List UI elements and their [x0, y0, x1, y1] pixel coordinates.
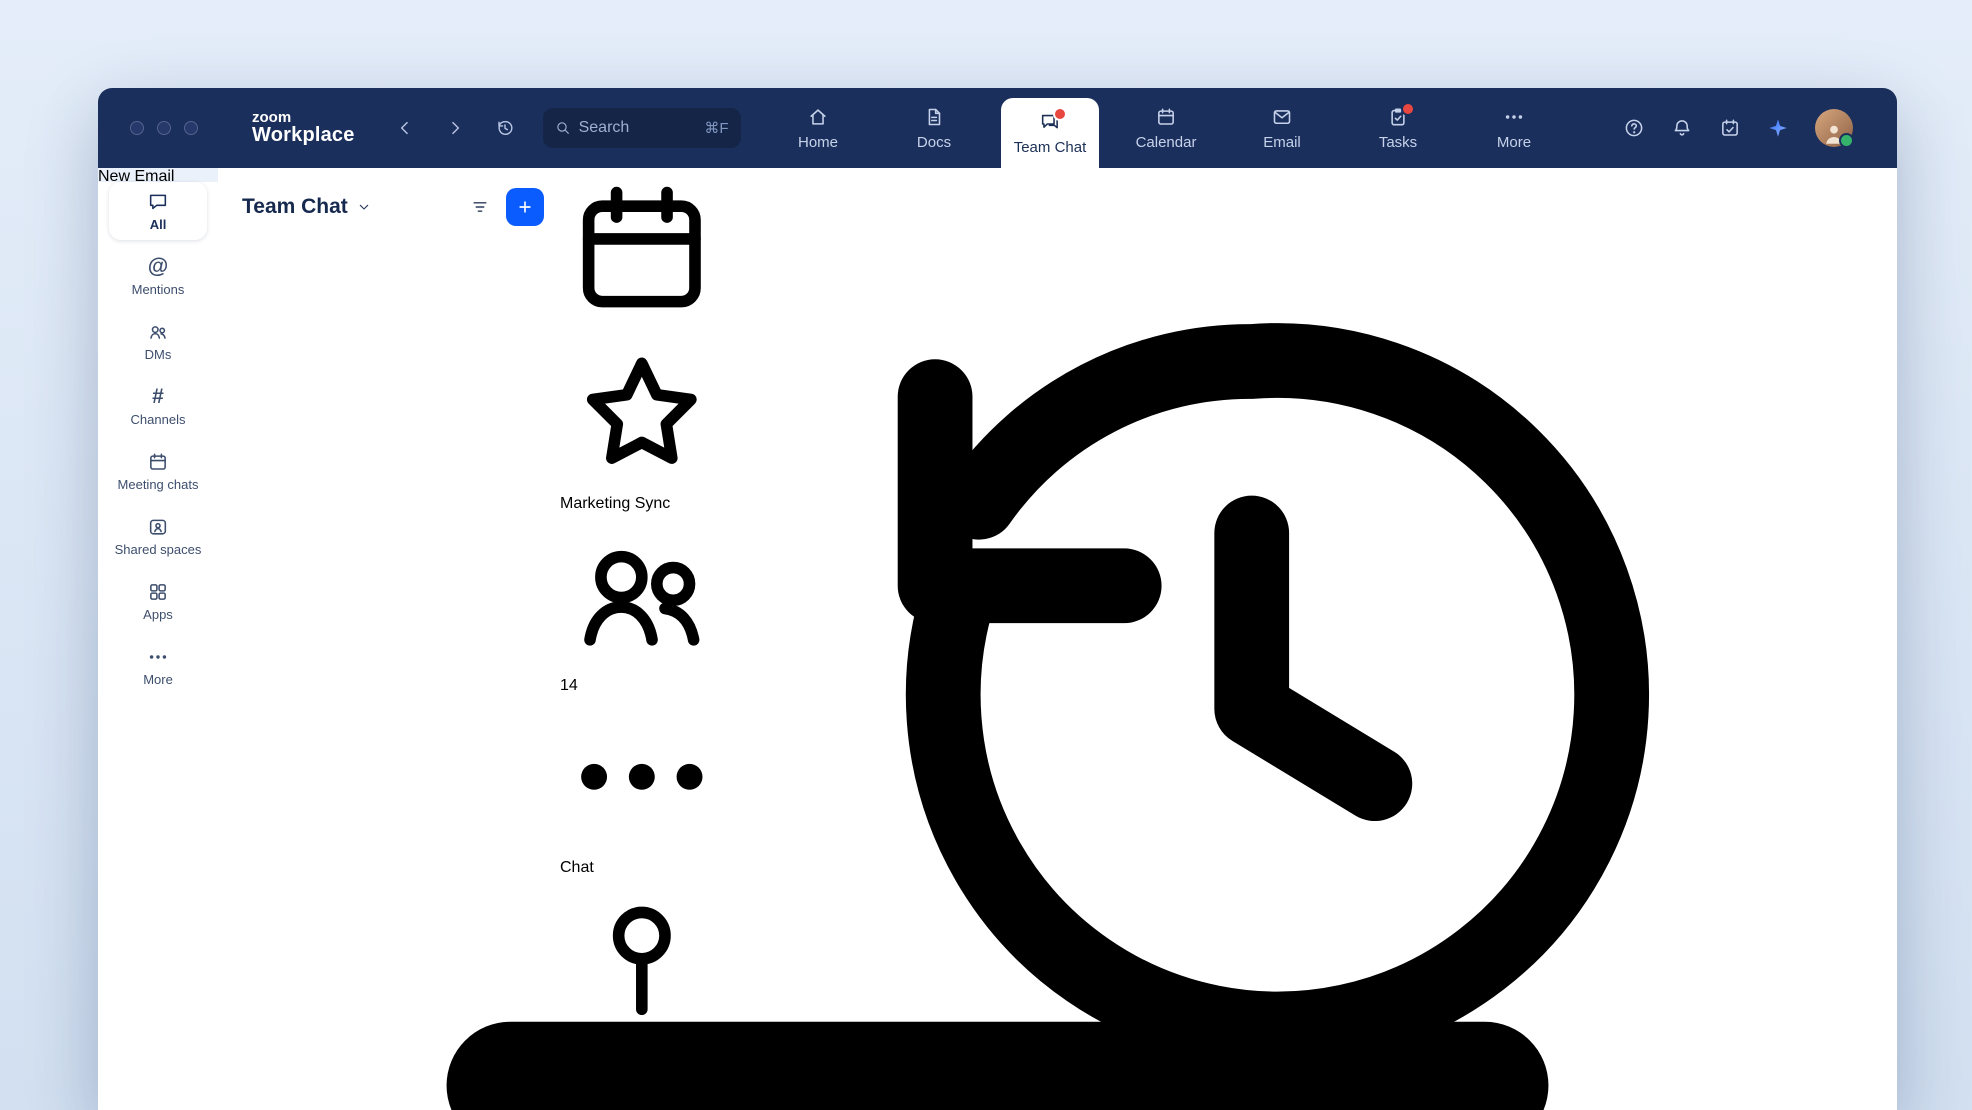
- back-button[interactable]: [395, 118, 415, 138]
- search-input[interactable]: Search ⌘F: [543, 108, 741, 148]
- notifications-button[interactable]: [1671, 117, 1693, 139]
- nav-team-chat[interactable]: Team Chat: [1001, 98, 1099, 168]
- modal-title: New Email: [98, 168, 174, 185]
- ai-companion-button[interactable]: [1767, 117, 1789, 139]
- more-icon: [1503, 106, 1525, 128]
- window-controls[interactable]: [130, 121, 198, 135]
- nav-more[interactable]: More: [1465, 88, 1563, 168]
- tasks-icon: [1387, 106, 1409, 128]
- help-button[interactable]: [1623, 117, 1645, 139]
- nav-calendar[interactable]: Calendar: [1117, 88, 1215, 168]
- home-icon: [807, 106, 829, 128]
- calendar-icon: [1155, 106, 1177, 128]
- email-icon: [1271, 106, 1293, 128]
- minimize-button[interactable]: [98, 186, 1897, 1110]
- search-icon: [555, 120, 571, 136]
- team-chat-icon: [1039, 111, 1061, 133]
- window-zoom-dot[interactable]: [184, 121, 198, 135]
- tasks-badge: [1401, 102, 1415, 116]
- nav-docs[interactable]: Docs: [885, 88, 983, 168]
- window-close-dot[interactable]: [130, 121, 144, 135]
- upcoming-meetings-button[interactable]: [1719, 117, 1741, 139]
- search-placeholder: Search: [579, 119, 630, 137]
- new-email-modal: New Email To ML Customer X Cc Bcc Projec…: [98, 168, 1897, 1110]
- primary-nav: Home Docs Team Chat Calendar Email: [769, 88, 1563, 168]
- nav-tasks[interactable]: Tasks: [1349, 88, 1447, 168]
- top-bar: zoom Workplace Search ⌘F Home Docs: [98, 88, 1897, 168]
- profile-avatar[interactable]: [1815, 109, 1853, 147]
- zoom-workplace-window: zoom Workplace Search ⌘F Home Docs: [98, 88, 1897, 1110]
- forward-button[interactable]: [445, 118, 465, 138]
- team-chat-badge: [1053, 107, 1067, 121]
- presence-dot: [1839, 133, 1854, 148]
- docs-icon: [923, 106, 945, 128]
- search-shortcut: ⌘F: [704, 119, 728, 137]
- zoom-workplace-logo: zoom Workplace: [252, 110, 355, 147]
- window-minimize-dot[interactable]: [157, 121, 171, 135]
- history-button[interactable]: [495, 118, 515, 138]
- nav-email[interactable]: Email: [1233, 88, 1331, 168]
- nav-home[interactable]: Home: [769, 88, 867, 168]
